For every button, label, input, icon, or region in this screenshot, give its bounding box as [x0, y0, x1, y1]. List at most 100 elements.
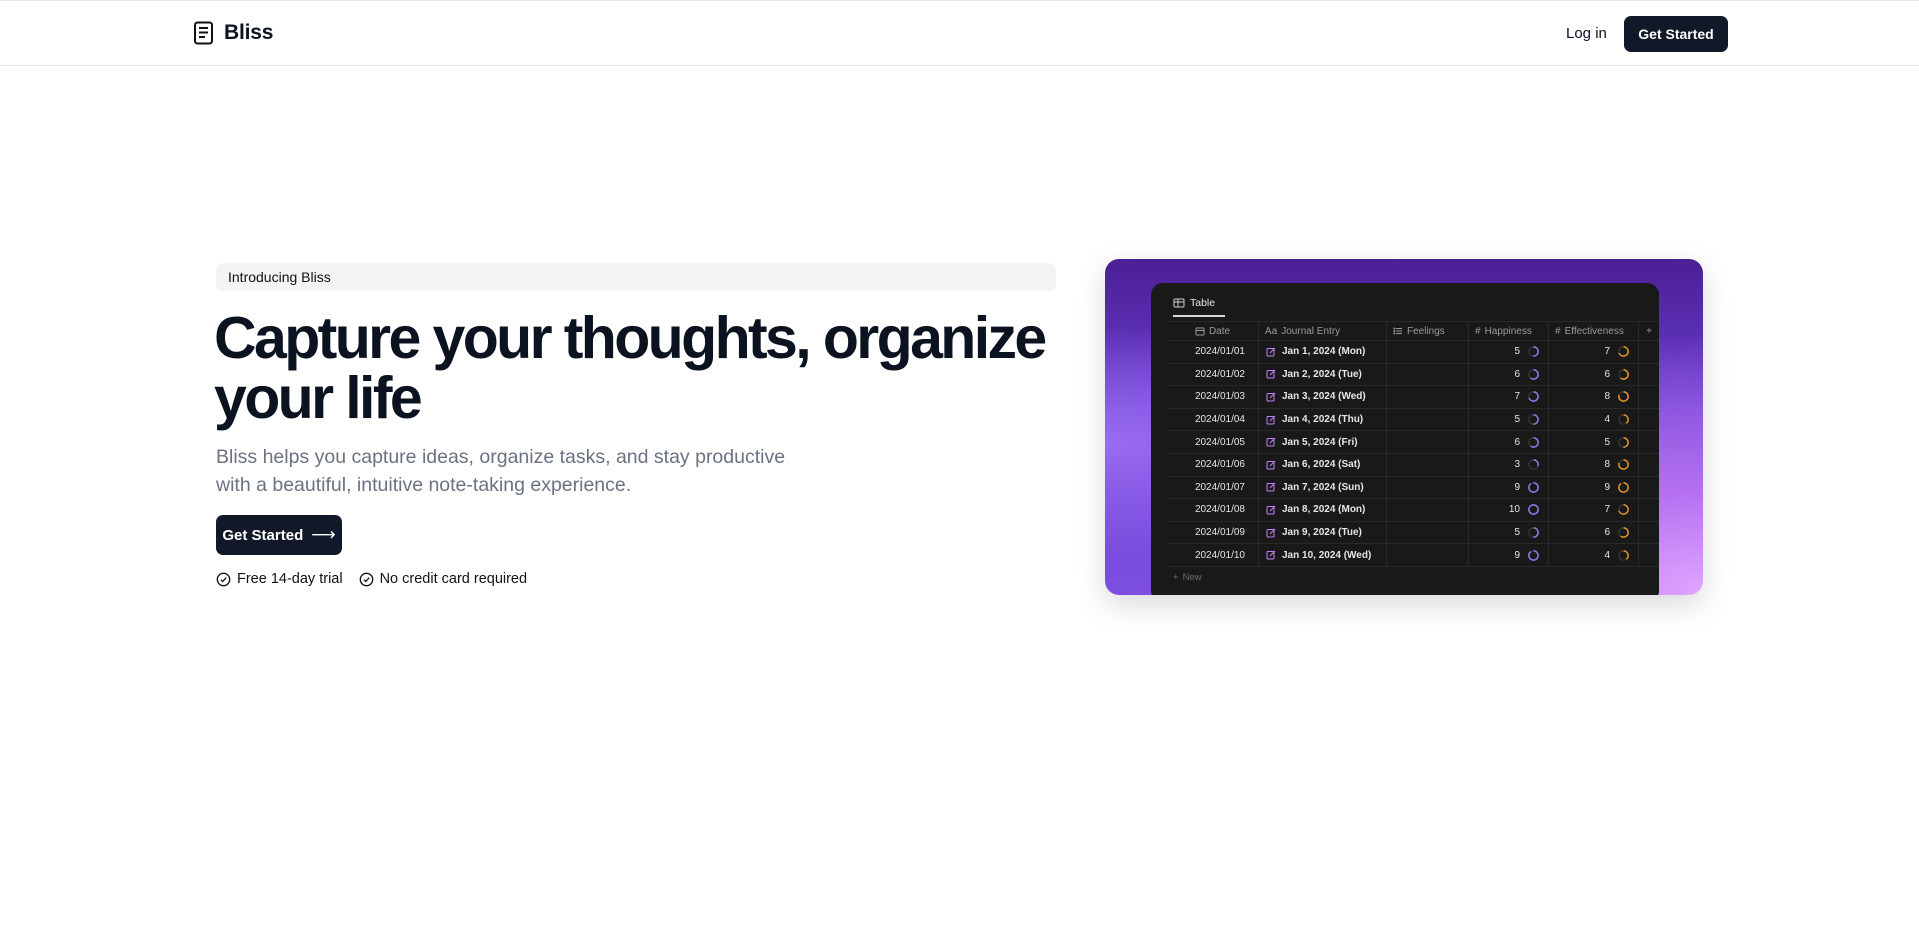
date-value: 2024/01/07: [1194, 481, 1245, 493]
table-row[interactable]: 2024/01/02 Jan 2, 2024 (Tue) 6 6: [1167, 363, 1659, 387]
date-value: 2024/01/08: [1194, 504, 1245, 516]
hero-get-started-button[interactable]: Get Started ⟶: [216, 515, 342, 555]
col-feelings[interactable]: Feelings: [1387, 322, 1469, 340]
happiness-value: 6: [1514, 436, 1520, 448]
table-row[interactable]: 2024/01/03 Jan 3, 2024 (Wed) 7 8: [1167, 386, 1659, 409]
happiness-value: 9: [1514, 549, 1520, 561]
cell-journal-entry[interactable]: Jan 5, 2024 (Fri): [1259, 431, 1387, 453]
happiness-ring: [1528, 346, 1539, 358]
cell-feelings[interactable]: [1387, 386, 1469, 408]
happiness-ring: [1528, 414, 1539, 425]
top-nav: Bliss Log in Get Started: [0, 0, 1919, 66]
cell-journal-entry[interactable]: Jan 6, 2024 (Sat): [1259, 453, 1387, 476]
cell-date: 2024/01/01: [1167, 341, 1259, 363]
cell-feelings[interactable]: [1387, 544, 1469, 566]
effectiveness-value: 4: [1604, 414, 1610, 426]
date-value: 2024/01/03: [1194, 391, 1245, 403]
date-value: 2024/01/04: [1194, 414, 1245, 426]
cell-happiness[interactable]: 9: [1469, 544, 1549, 566]
happiness-value: 9: [1514, 481, 1520, 493]
cell-journal-entry[interactable]: Jan 8, 2024 (Mon): [1259, 499, 1387, 521]
cell-date: 2024/01/10: [1167, 544, 1259, 566]
cell-effectiveness[interactable]: 6: [1549, 521, 1639, 544]
cell-journal-entry[interactable]: Jan 9, 2024 (Tue): [1259, 521, 1387, 544]
cell-feelings[interactable]: [1387, 341, 1469, 363]
tab-label: Table: [1190, 297, 1216, 309]
cell-effectiveness[interactable]: 4: [1549, 408, 1639, 431]
cell-effectiveness[interactable]: 9: [1549, 476, 1639, 499]
effectiveness-ring: [1618, 459, 1629, 471]
col-happiness[interactable]: # Happiness: [1469, 322, 1549, 340]
effectiveness-ring: [1618, 549, 1629, 561]
table-row[interactable]: 2024/01/06 Jan 6, 2024 (Sat) 3 8: [1167, 453, 1659, 477]
tab-table[interactable]: Table: [1173, 297, 1225, 317]
cell-happiness[interactable]: 5: [1469, 521, 1549, 544]
add-column-button[interactable]: +: [1639, 322, 1659, 340]
brand-logo[interactable]: Bliss: [193, 21, 273, 45]
cell-effectiveness[interactable]: 4: [1549, 544, 1639, 566]
cell-effectiveness[interactable]: 5: [1549, 431, 1639, 453]
cell-feelings[interactable]: [1387, 499, 1469, 521]
col-date[interactable]: Date: [1167, 322, 1259, 340]
table-row[interactable]: 2024/01/07 Jan 7, 2024 (Sun) 9 9: [1167, 476, 1659, 500]
edit-icon: [1266, 483, 1276, 492]
effectiveness-ring: [1618, 527, 1629, 538]
cell-effectiveness[interactable]: 7: [1549, 341, 1639, 363]
effectiveness-value: 7: [1604, 346, 1610, 358]
happiness-value: 6: [1514, 368, 1520, 380]
table-row[interactable]: 2024/01/01 Jan 1, 2024 (Mon) 5 7: [1167, 341, 1659, 364]
login-link[interactable]: Log in: [1566, 25, 1607, 42]
col-journal-entry[interactable]: Aa Journal Entry: [1259, 322, 1387, 340]
hero-headline: Capture your thoughts, organize your lif…: [214, 308, 1074, 428]
cell-date: 2024/01/06: [1167, 453, 1259, 476]
cell-feelings[interactable]: [1387, 476, 1469, 499]
cell-effectiveness[interactable]: 6: [1549, 363, 1639, 386]
effectiveness-value: 8: [1604, 391, 1610, 403]
cell-journal-entry[interactable]: Jan 1, 2024 (Mon): [1259, 341, 1387, 363]
cell-happiness[interactable]: 3: [1469, 453, 1549, 476]
col-effectiveness[interactable]: # Effectiveness: [1549, 322, 1639, 340]
cell-happiness[interactable]: 6: [1469, 431, 1549, 453]
edit-icon: [1266, 505, 1276, 515]
cell-feelings[interactable]: [1387, 408, 1469, 431]
cell-feelings[interactable]: [1387, 521, 1469, 544]
table-row[interactable]: 2024/01/04 Jan 4, 2024 (Thu) 5 4: [1167, 408, 1659, 432]
table-row[interactable]: 2024/01/08 Jan 8, 2024 (Mon) 10 7: [1167, 499, 1659, 522]
cell-effectiveness[interactable]: 8: [1549, 453, 1639, 476]
cell-effectiveness[interactable]: 7: [1549, 499, 1639, 521]
cell-happiness[interactable]: 9: [1469, 476, 1549, 499]
happiness-ring: [1528, 459, 1539, 471]
cell-feelings[interactable]: [1387, 363, 1469, 386]
cell-journal-entry[interactable]: Jan 2, 2024 (Tue): [1259, 363, 1387, 386]
cell-journal-entry[interactable]: Jan 3, 2024 (Wed): [1259, 386, 1387, 408]
table-row[interactable]: 2024/01/09 Jan 9, 2024 (Tue) 5 6: [1167, 521, 1659, 545]
cell-effectiveness[interactable]: 8: [1549, 386, 1639, 408]
cell-happiness[interactable]: 10: [1469, 499, 1549, 521]
entry-value: Jan 3, 2024 (Wed): [1282, 391, 1366, 403]
notebook-icon: [194, 21, 213, 45]
table-row[interactable]: 2024/01/10 Jan 10, 2024 (Wed) 9 4: [1167, 544, 1659, 567]
new-row-button[interactable]: + New: [1173, 572, 1202, 583]
hero-headline-line2: your life: [214, 365, 423, 431]
cell-journal-entry[interactable]: Jan 10, 2024 (Wed): [1259, 544, 1387, 566]
database-panel: Table Date Aa Journal Entry Feelings # H…: [1151, 283, 1659, 595]
hero-cta-label: Get Started: [222, 526, 304, 544]
table-icon: [1173, 298, 1185, 308]
effectiveness-ring: [1618, 504, 1629, 516]
cell-happiness[interactable]: 6: [1469, 363, 1549, 386]
cell-journal-entry[interactable]: Jan 4, 2024 (Thu): [1259, 408, 1387, 431]
cell-happiness[interactable]: 5: [1469, 341, 1549, 363]
effectiveness-value: 4: [1604, 549, 1610, 561]
cell-journal-entry[interactable]: Jan 7, 2024 (Sun): [1259, 476, 1387, 499]
happiness-value: 5: [1514, 346, 1520, 358]
effectiveness-ring: [1618, 414, 1629, 425]
cell-feelings[interactable]: [1387, 431, 1469, 453]
date-value: 2024/01/06: [1194, 459, 1245, 471]
effectiveness-value: 5: [1604, 436, 1610, 448]
cell-happiness[interactable]: 5: [1469, 408, 1549, 431]
cell-feelings[interactable]: [1387, 453, 1469, 476]
header-get-started-button[interactable]: Get Started: [1624, 16, 1728, 52]
entry-value: Jan 8, 2024 (Mon): [1282, 504, 1366, 516]
table-row[interactable]: 2024/01/05 Jan 5, 2024 (Fri) 6 5: [1167, 431, 1659, 454]
cell-happiness[interactable]: 7: [1469, 386, 1549, 408]
